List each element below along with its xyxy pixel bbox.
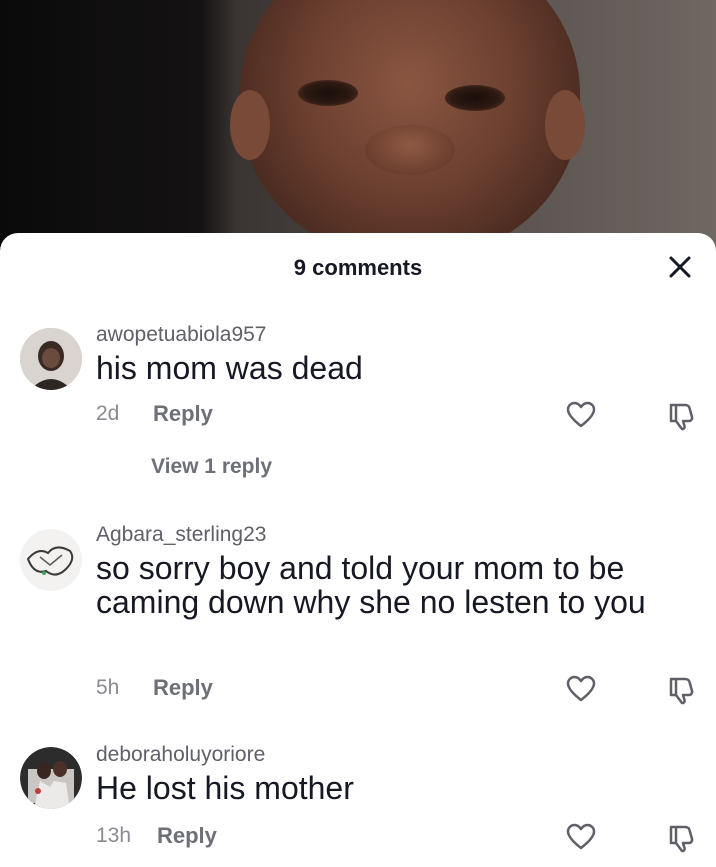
comment-timestamp: 2d [96,402,120,425]
view-replies-link[interactable]: View 1 reply [151,455,272,479]
comments-sheet: 9 comments awopetuabiola957 his mom was … [0,233,716,867]
comment-text: his mom was dead [96,350,363,386]
heart-outline-icon[interactable] [566,823,596,851]
comments-count-title: 9 comments [293,255,423,280]
thumbs-down-icon[interactable] [667,675,697,705]
heart-outline-icon[interactable] [566,401,596,429]
comment-username[interactable]: awopetuabiola957 [96,323,266,347]
thumbs-down-icon[interactable] [667,401,697,431]
reply-button[interactable]: Reply [153,401,213,427]
comment-timestamp: 13h [96,824,132,847]
eye-left [298,80,358,106]
nose [365,125,455,175]
comment-timestamp: 5h [96,676,120,699]
avatar[interactable] [20,529,82,591]
close-icon[interactable] [666,253,694,281]
avatar[interactable] [20,328,82,390]
comment-item: Agbara_sterling23 so sorry boy and told … [0,523,716,713]
comment-item: awopetuabiola957 his mom was dead 2d Rep… [0,323,716,493]
comment-username[interactable]: deboraholuyoriore [96,743,265,767]
reply-button[interactable]: Reply [157,823,217,849]
ear-right [545,90,585,160]
video-subject-face [230,0,585,260]
ear-left [230,90,270,160]
video-frame[interactable] [0,0,716,260]
eye-right [445,85,505,111]
comment-item: deboraholuyoriore He lost his mother 13h… [0,743,716,867]
thumbs-down-icon[interactable] [667,823,697,853]
comment-username[interactable]: Agbara_sterling23 [96,523,266,547]
reply-button[interactable]: Reply [153,675,213,701]
comment-text: so sorry boy and told your mom to be cam… [96,550,646,620]
heart-outline-icon[interactable] [566,675,596,703]
comment-text: He lost his mother [96,770,354,806]
avatar[interactable] [20,747,82,809]
